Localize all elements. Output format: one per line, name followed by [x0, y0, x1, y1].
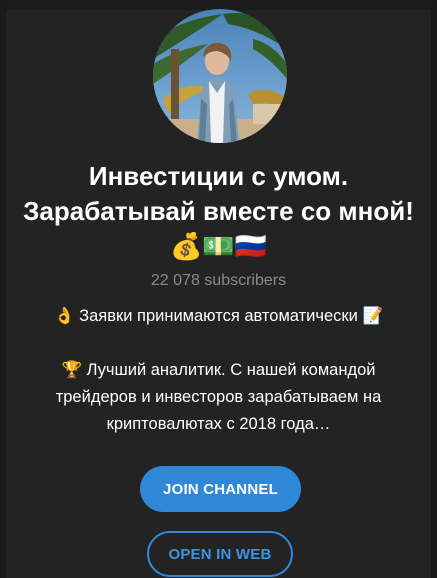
- description-line: 👌 Заявки принимаются автоматически 📝: [54, 307, 383, 325]
- subscriber-count: 22 078 subscribers: [150, 272, 287, 289]
- channel-title: Инвестиции с умом. Зарабатывай вместе со…: [23, 161, 414, 261]
- description-line: 🏆 Лучший аналитик. С нашей командой трей…: [55, 361, 382, 433]
- avatar-photo: [153, 9, 287, 143]
- channel-avatar: [153, 9, 287, 143]
- join-channel-button[interactable]: JOIN CHANNEL: [140, 466, 301, 512]
- open-in-web-button[interactable]: OPEN IN WEB: [147, 531, 293, 577]
- description-gap: [20, 330, 417, 357]
- channel-description: 👌 Заявки принимаются автоматически 📝 🏆 Л…: [20, 303, 417, 438]
